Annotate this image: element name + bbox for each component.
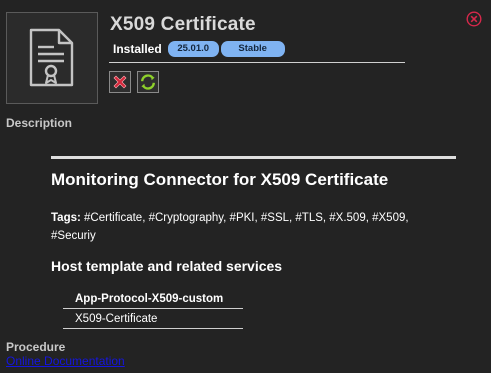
table-row: X509-Certificate <box>63 308 243 329</box>
connector-heading: Monitoring Connector for X509 Certificat… <box>51 170 389 189</box>
service-name: X509-Certificate <box>63 308 243 329</box>
certificate-document-icon <box>29 28 74 87</box>
tags-paragraph: Tags: #Certificate, #Cryptography, #PKI,… <box>51 209 451 245</box>
host-template-table: App-Protocol-X509-custom X509-Certificat… <box>63 289 243 329</box>
update-icon <box>141 74 155 90</box>
connector-title: X509 Certificate <box>110 14 256 35</box>
install-status: Installed <box>113 42 162 56</box>
stability-badge: Stable <box>220 41 285 57</box>
procedure-label: Procedure <box>6 340 66 354</box>
close-circle-icon <box>466 11 482 27</box>
table-row: App-Protocol-X509-custom <box>63 289 243 309</box>
online-documentation-link[interactable]: Online Documentation <box>6 354 125 368</box>
version-badge: 25.01.0 <box>167 41 219 57</box>
host-template-heading: Host template and related services <box>51 258 283 274</box>
remove-button[interactable] <box>109 71 131 93</box>
host-template-name: App-Protocol-X509-custom <box>63 289 243 309</box>
connector-thumbnail <box>6 12 98 104</box>
header-divider <box>109 62 405 63</box>
status-row: Installed 25.01.0 Stable <box>113 41 287 57</box>
tags-list: #Certificate, #Cryptography, #PKI, #SSL,… <box>51 212 409 242</box>
remove-icon <box>113 75 127 89</box>
tags-label: Tags: <box>51 212 81 224</box>
update-button[interactable] <box>137 71 159 93</box>
close-button[interactable] <box>466 11 482 27</box>
description-label: Description <box>6 116 73 130</box>
content-divider <box>51 156 456 159</box>
